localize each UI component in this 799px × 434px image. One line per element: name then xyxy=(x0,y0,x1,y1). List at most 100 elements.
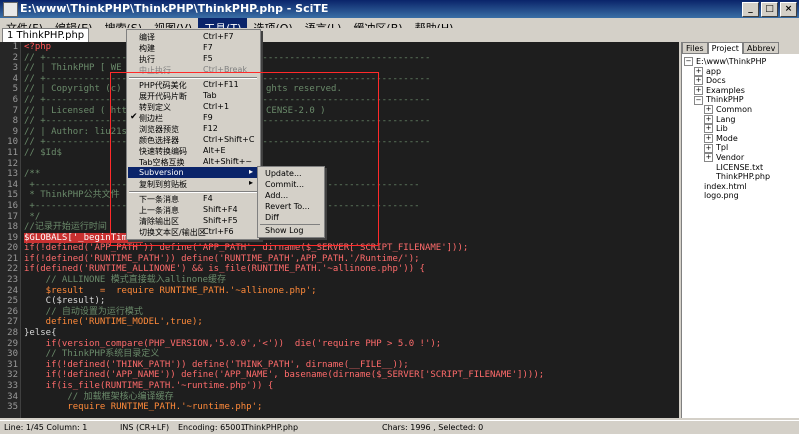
menu-item[interactable]: 转到定义 xyxy=(139,102,171,113)
code-line: 21 if(!defined('RUNTIME_PATH')) define('R… xyxy=(7,253,420,264)
menu-item[interactable]: 构建 xyxy=(139,43,155,54)
code-line: 26 // 自动设置为运行模式 xyxy=(7,306,143,317)
tree-item[interactable]: + Lib xyxy=(684,124,770,134)
code-line: 3// | ThinkPHP [ WE CAN xyxy=(12,63,144,74)
expand-icon: + xyxy=(704,134,713,144)
menu-item[interactable]: 快速转换编码 xyxy=(139,146,187,157)
code-line: 1 <?php xyxy=(12,42,52,52)
collapse-icon: − xyxy=(684,57,693,67)
expand-icon: + xyxy=(704,114,713,124)
code-line: 16 +------------------------------------… xyxy=(7,200,419,211)
code-line: 35 require RUNTIME_PATH.'~runtime.php'; xyxy=(7,402,263,413)
code-line: 29 if(version_compare(PHP_VERSION,'5.0.0… xyxy=(7,338,442,349)
submenu-item[interactable]: Update... xyxy=(265,169,302,178)
tree-item[interactable]: logo.png xyxy=(684,191,770,201)
code-editor[interactable]: 1<?php 2// +----------------------------… xyxy=(0,42,679,418)
menu-item[interactable]: 上一条消息 xyxy=(139,205,179,216)
code-line: 31 if(!defined('THINK_PATH')) define('TH… xyxy=(7,359,409,370)
menu-separator xyxy=(129,191,257,193)
tab-abbrev[interactable]: Abbrev xyxy=(742,42,780,54)
menu-item[interactable]: 展开代码片断 xyxy=(139,91,187,102)
menu-item[interactable]: 编译 xyxy=(139,32,155,43)
code-line: 12 xyxy=(7,158,18,169)
menu-item[interactable]: 侧边栏 xyxy=(139,113,163,124)
menu-item[interactable]: 复制到剪贴板 xyxy=(139,179,187,190)
menu-item[interactable]: 浏览器预览 xyxy=(139,124,179,135)
status-encoding: Encoding: 65001 xyxy=(178,423,246,432)
tree-item[interactable]: + Vendor xyxy=(684,153,770,163)
tree-item[interactable]: + app xyxy=(684,67,770,77)
minimize-button[interactable]: _ xyxy=(742,2,759,17)
code-line: 19$GLOBALS['_beginTime'] = microtime(TRU… xyxy=(7,232,246,243)
menu-item[interactable]: 清除输出区 xyxy=(139,216,179,227)
code-area[interactable]: 1<?php 2// +----------------------------… xyxy=(7,42,679,413)
side-panel: Files Project Abbrev − E:\www\ThinkPHP + a… xyxy=(681,42,799,418)
code-line: 7// | Licensed ( http: CENSE-2.0 ) xyxy=(12,105,326,116)
code-line: 23 // ALLINONE 模式直接载入allinone缓存 xyxy=(7,275,227,286)
submenu-item[interactable]: Diff xyxy=(265,213,279,222)
tree-item[interactable]: + Common xyxy=(684,105,770,115)
tools-menu: 编译 Ctrl+F7 构建 F7 执行 F5 中止执行 Ctrl+Break PHP代码… xyxy=(126,29,261,240)
menu-item[interactable]: 颜色选择器 xyxy=(139,135,179,146)
expand-icon: + xyxy=(694,76,703,86)
code-line: 24 $result = require RUNTIME_PATH.'~alli… xyxy=(7,285,317,296)
tree-root[interactable]: − E:\www\ThinkPHP xyxy=(684,57,770,67)
code-line: 20 if(!defined('APP_PATH')) define('APP_P… xyxy=(7,243,469,254)
expand-icon: + xyxy=(694,66,703,76)
tree-item[interactable]: LICENSE.txt xyxy=(684,163,770,173)
menu-item[interactable]: 下一条消息 xyxy=(139,194,179,205)
code-line: 4// +-----------------------------------… xyxy=(12,73,431,84)
submenu-item[interactable]: Show Log xyxy=(265,226,303,235)
code-line: 33 if(is_file(RUNTIME_PATH.'~runtime.php… xyxy=(7,381,274,391)
tree-item[interactable]: + Examples xyxy=(684,86,770,96)
code-line: 30 // ThinkPHP系统目录定义 xyxy=(7,349,160,360)
tree-item[interactable]: + Docs xyxy=(684,76,770,86)
tree-item[interactable]: + Mode xyxy=(684,134,770,144)
code-line: 9// | Author: liu21st < xyxy=(12,126,144,137)
submenu-arrow-icon: ▸ xyxy=(249,178,254,187)
menu-item[interactable]: Tab空格互换 xyxy=(139,157,185,168)
code-line: 28}else{ xyxy=(7,328,57,339)
code-line: 10// +----------------------------------… xyxy=(7,137,430,148)
tree-item[interactable]: − ThinkPHP xyxy=(684,95,770,105)
expand-icon: + xyxy=(704,124,713,134)
code-line: 34 // 加载框架核心编译缓存 xyxy=(7,391,174,402)
status-chars: Chars: 1996 , Selected: 0 xyxy=(382,423,484,432)
tab-project[interactable]: Project xyxy=(707,42,743,54)
code-line: 11// $Id$ xyxy=(7,147,62,158)
code-line: 6// +-----------------------------------… xyxy=(12,94,431,105)
tree-item[interactable]: + Lang xyxy=(684,115,770,125)
expand-icon: + xyxy=(704,143,713,153)
tab-files[interactable]: Files xyxy=(682,42,708,54)
status-line: Line: 1/45 Column: 1 xyxy=(4,423,88,432)
subversion-submenu: Update... Commit... Add... Revert To... … xyxy=(257,166,325,238)
submenu-item[interactable]: Add... xyxy=(265,191,288,200)
checkmark-icon: ✔ xyxy=(130,112,138,122)
menu-item[interactable]: 执行 xyxy=(139,54,155,65)
code-line: 5// | Copyright (c) 200 ghts reserved. xyxy=(12,84,342,95)
project-tree: − E:\www\ThinkPHP + app + Docs + Examples − T… xyxy=(684,57,770,201)
code-line: 8// +-----------------------------------… xyxy=(12,116,431,127)
code-line: 25 C($result); xyxy=(7,296,106,307)
tab-thinkphp[interactable]: 1 ThinkPHP.php xyxy=(2,28,90,42)
submenu-arrow-icon: ▸ xyxy=(249,167,254,176)
collapse-icon: − xyxy=(694,95,703,105)
tree-item[interactable]: ThinkPHP.php xyxy=(684,172,770,182)
code-line: 18//记录开始运行时间 xyxy=(7,222,107,233)
maximize-button[interactable]: □ xyxy=(761,2,778,17)
code-line: 32 if(!defined('APP_NAME')) define('APP_… xyxy=(7,370,545,381)
menu-item[interactable]: 切换文本区/输出区 xyxy=(139,227,206,238)
code-line: 13/** xyxy=(7,169,41,180)
tree-item[interactable]: + Tpl xyxy=(684,143,770,153)
code-line: 2// +-----------------------------------… xyxy=(12,52,431,63)
menu-item[interactable]: 中止执行 xyxy=(139,65,171,76)
app-icon xyxy=(3,2,18,17)
menu-item[interactable]: PHP代码美化 xyxy=(139,80,187,91)
tree-item[interactable]: index.html xyxy=(684,182,770,192)
submenu-item[interactable]: Commit... xyxy=(265,180,304,189)
window-title: E:\www\ThinkPHP\ThinkPHP\ThinkPHP.php - … xyxy=(20,2,329,15)
menu-item-subversion[interactable]: Subversion xyxy=(139,168,184,179)
submenu-item[interactable]: Revert To... xyxy=(265,202,310,211)
file-tabs: 1 ThinkPHP.php xyxy=(0,28,679,42)
close-button[interactable]: × xyxy=(780,2,797,17)
